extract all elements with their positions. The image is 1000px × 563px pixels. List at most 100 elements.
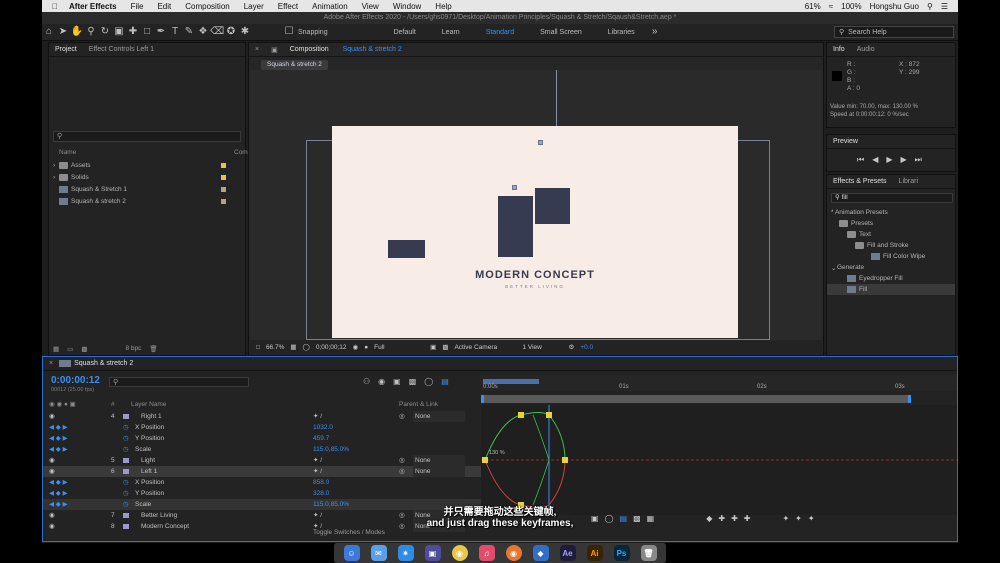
tree-item[interactable]: Fill Color Wipe (827, 251, 955, 262)
next-frame-icon[interactable]: ▶ (901, 155, 907, 165)
property-value[interactable]: 328.0 (313, 488, 329, 499)
interpret-footage-icon[interactable]: ▦ (53, 345, 59, 353)
tab-info[interactable]: Info (827, 46, 851, 53)
finder-icon[interactable]: ☺ (343, 545, 360, 561)
frame-blending-icon[interactable]: ▩ (409, 377, 417, 386)
tab-preview[interactable]: Preview (827, 138, 864, 145)
timeline-current-time[interactable]: 0:00:00:12 (51, 375, 100, 386)
close-icon[interactable]: × (43, 360, 59, 367)
breadcrumb[interactable]: Squash & stretch 2 (261, 60, 328, 70)
timeline-property-row[interactable]: ◀ ◆ ▶ ◷ X Position 1032.0 (43, 422, 483, 433)
keyframe-nav-icon[interactable]: ◀ ◆ ▶ (49, 477, 68, 488)
keyframe-nav-icon[interactable]: ◀ ◆ ▶ (49, 488, 68, 499)
menu-composition[interactable]: Composition (178, 2, 236, 11)
label-color-swatch[interactable] (123, 469, 129, 474)
more-workspaces-icon[interactable]: » (648, 25, 662, 39)
after-effects-icon[interactable]: Ae (559, 545, 576, 561)
stopwatch-icon[interactable]: ◷ (123, 433, 129, 444)
render-options-icon[interactable]: ⚙ (568, 343, 574, 351)
center-tall-rectangle-shape[interactable] (498, 196, 533, 257)
stopwatch-icon[interactable]: ◷ (123, 422, 129, 433)
time-ruler[interactable]: 0:00s 01s 02s 03s (481, 375, 957, 391)
selection-tool-icon[interactable]: ➤ (56, 25, 70, 39)
new-folder-icon[interactable]: ▭ (67, 345, 73, 353)
zoom-status[interactable]: 100% (837, 2, 865, 11)
tree-item[interactable]: * Animation Presets (827, 207, 955, 218)
tree-item[interactable]: Fill and Stroke (827, 240, 955, 251)
close-icon[interactable]: × (249, 46, 265, 53)
timeline-layer-row[interactable]: ◉ 6 Left 1 ✦ / ◎ None (43, 466, 483, 477)
workspace-learn[interactable]: Learn (429, 29, 473, 36)
camera-tool-icon[interactable]: ▣ (112, 25, 126, 39)
graph-editor-icon[interactable]: ▤ (441, 377, 449, 386)
timeline-property-row[interactable]: ◀ ◆ ▶ ◷ X Position 858.0 (43, 477, 483, 488)
mask-icon[interactable]: ◯ (303, 343, 310, 351)
red-curve[interactable] (484, 459, 566, 508)
keyframe-handle[interactable] (518, 412, 524, 418)
hand-tool-icon[interactable]: ✋ (70, 25, 84, 39)
vscode-icon[interactable]: ◆ (532, 545, 549, 561)
pen-tool-icon[interactable]: ✒ (154, 25, 168, 39)
color-channel-icon[interactable]: ● (364, 344, 368, 351)
comp-flowchart-icon[interactable]: ⚇ (363, 377, 370, 386)
property-value[interactable]: 459.7 (313, 433, 329, 444)
layer-switch-icon[interactable]: ✦ / (313, 411, 322, 422)
stopwatch-icon[interactable]: ◷ (123, 477, 129, 488)
firefox-icon[interactable]: ◉ (505, 545, 522, 561)
anchor-handle[interactable] (512, 185, 517, 190)
tree-item[interactable]: ⌄ Generate (827, 262, 955, 273)
new-composition-icon[interactable]: ▩ (81, 345, 87, 353)
composition-artboard[interactable]: MODERN CONCEPT BETTER LIVING (332, 126, 738, 338)
workspace-libraries[interactable]: Libraries (595, 29, 648, 36)
layer-switch-icon[interactable]: ✦ / (313, 466, 322, 477)
search-help-input[interactable]: ⚲ Search Help (834, 26, 954, 38)
first-frame-icon[interactable]: ⏮ (857, 155, 864, 165)
av-switches-icon[interactable]: ◉ ◉ ● ▣ (49, 399, 76, 410)
value-graph[interactable] (481, 405, 957, 515)
tree-item[interactable]: Eyedropper Fill (827, 273, 955, 284)
home-icon[interactable]: ⌂ (42, 25, 56, 39)
label-color-swatch[interactable] (221, 199, 226, 204)
lock-icon[interactable]: ▣ (265, 46, 284, 54)
snapshot-icon[interactable]: ◉ (353, 343, 359, 351)
camera-select[interactable]: Active Camera (454, 344, 516, 351)
bpc-label[interactable]: 8 bpc (125, 345, 141, 352)
menu-animation[interactable]: Animation (305, 2, 355, 11)
eye-icon[interactable]: ◉ (49, 411, 55, 422)
trash-icon[interactable]: 🗑 (149, 345, 157, 353)
property-value[interactable]: 115.0,85.0% (313, 444, 349, 455)
column-layer-name[interactable]: Layer Name (131, 399, 166, 410)
preview-app-icon[interactable]: ▣ (424, 545, 441, 561)
music-icon[interactable]: ♫ (478, 545, 495, 561)
rotate-tool-icon[interactable]: ↻ (98, 25, 112, 39)
menu-layer[interactable]: Layer (237, 2, 271, 11)
always-preview-icon[interactable]: □ (256, 344, 260, 351)
last-frame-icon[interactable]: ⏭ (915, 155, 922, 165)
timeline-layer-row[interactable]: ◉ 5 Light ✦ / ◎ None (43, 455, 483, 466)
pan-behind-tool-icon[interactable]: ✚ (126, 25, 140, 39)
magnification-select[interactable]: 66.7% (266, 344, 284, 351)
column-name[interactable]: Name (59, 149, 76, 156)
mail-icon[interactable]: ✉ (370, 545, 387, 561)
menu-effect[interactable]: Effect (271, 2, 305, 11)
timeline-property-row[interactable]: ◀ ◆ ▶ ◷ Y Position 328.0 (43, 488, 483, 499)
puppet-tool-icon[interactable]: ✱ (238, 25, 252, 39)
stopwatch-icon[interactable]: ◷ (123, 488, 129, 499)
pickwhip-icon[interactable]: ◎ (399, 411, 405, 422)
previous-frame-icon[interactable]: ◀ (872, 155, 878, 165)
keyframe-handle[interactable] (546, 412, 552, 418)
layer-name[interactable]: Light (141, 455, 155, 466)
anchor-handle[interactable] (538, 140, 543, 145)
left-rectangle-shape[interactable] (388, 240, 425, 258)
play-icon[interactable]: ▶ (886, 155, 892, 165)
column-parent[interactable]: Parent & Link (399, 399, 438, 410)
tab-effect-controls[interactable]: Effect Controls Left 1 (83, 46, 160, 53)
shy-layers-icon[interactable]: ▣ (393, 377, 401, 386)
tab-libraries[interactable]: Librari (893, 178, 924, 185)
wifi-icon[interactable]: ≈ (825, 2, 837, 11)
tab-timeline[interactable]: Squash & stretch 2 (74, 360, 139, 367)
tab-effects-presets[interactable]: Effects & Presets (827, 178, 893, 185)
list-item[interactable]: Squash & Stretch 1 (49, 184, 245, 195)
rectangle-tool-icon[interactable]: □ (140, 25, 154, 39)
eye-icon[interactable]: ◉ (49, 455, 55, 466)
